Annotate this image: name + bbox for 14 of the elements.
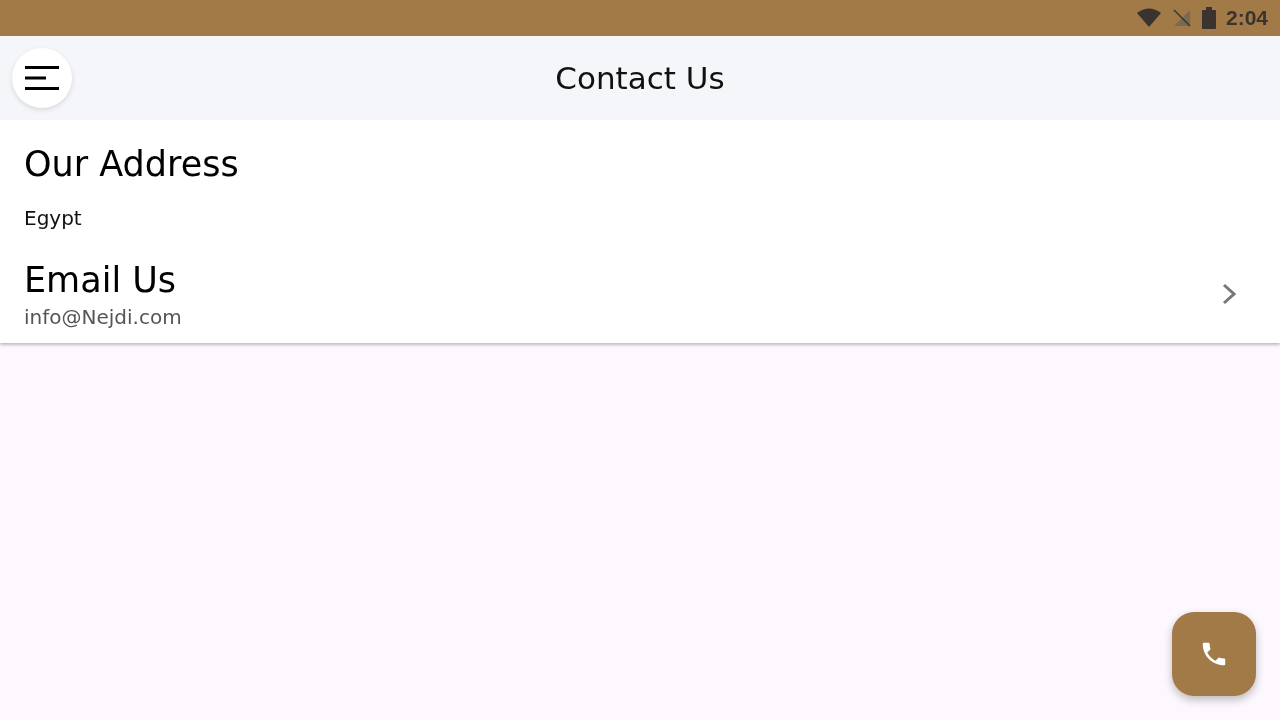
menu-button[interactable] xyxy=(12,48,72,108)
address-text: Egypt xyxy=(24,206,83,231)
wifi-icon xyxy=(1135,8,1162,28)
chevron-right-icon xyxy=(1222,283,1236,306)
clock-time: 2:04 xyxy=(1225,6,1268,30)
no-signal-icon xyxy=(1171,8,1192,28)
call-button[interactable] xyxy=(1172,612,1256,696)
menu-icon xyxy=(25,66,59,90)
section-heading: Our Address xyxy=(24,144,240,185)
email-row[interactable]: Email Us info@Nejdi.com xyxy=(24,260,1256,329)
battery-icon xyxy=(1201,7,1216,29)
section-heading: Email Us xyxy=(24,260,178,301)
page-title: Contact Us xyxy=(555,60,725,96)
email-text: info@Nejdi.com xyxy=(24,304,182,329)
